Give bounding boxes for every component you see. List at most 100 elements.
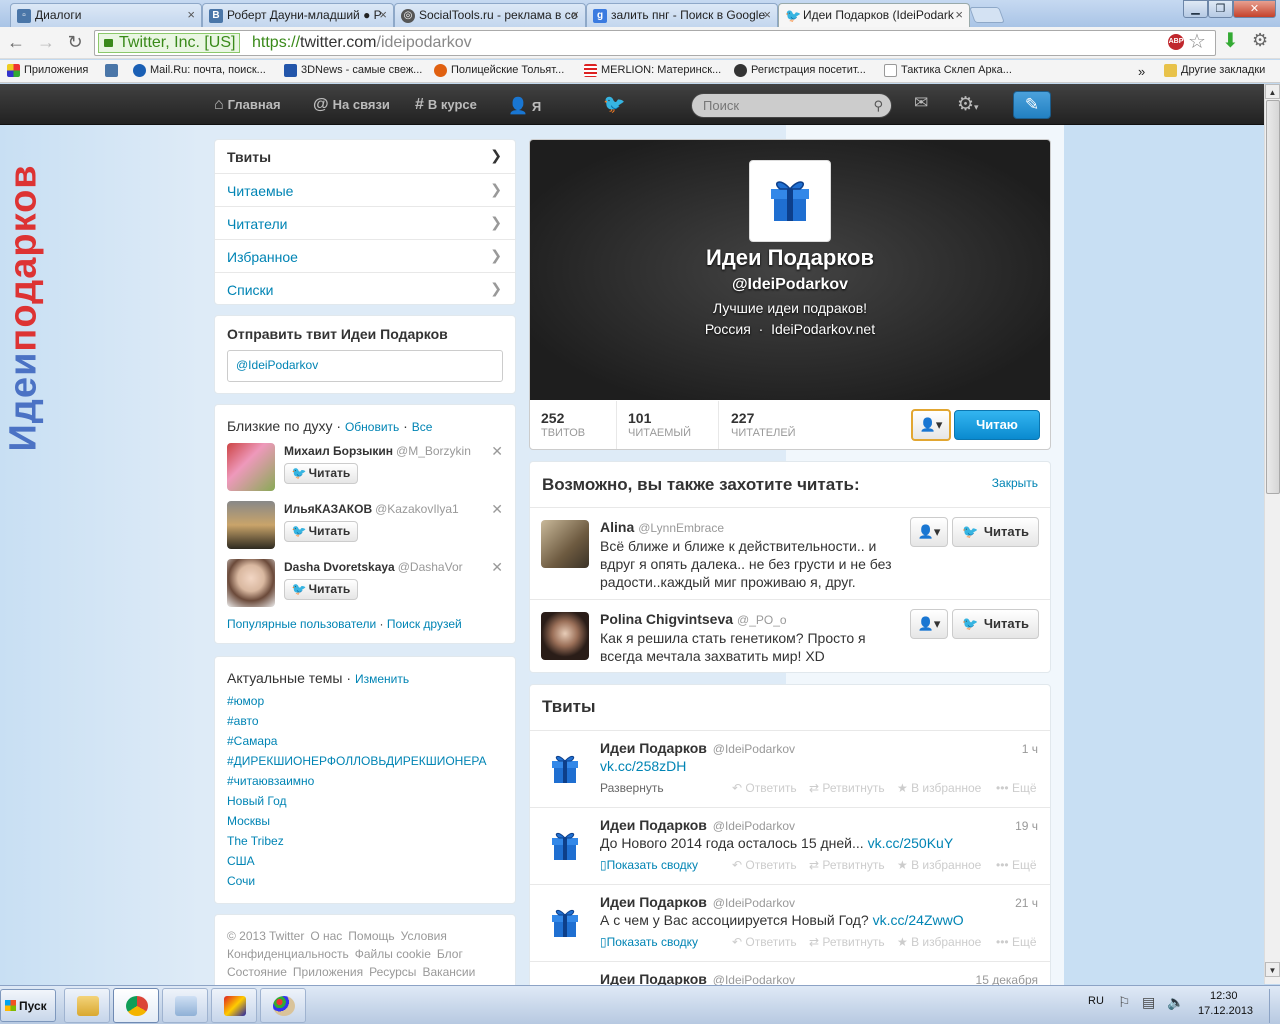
tweet-time[interactable]: 1 ч bbox=[1022, 742, 1038, 756]
browser-tab[interactable]: ▫ Диалоги × bbox=[10, 3, 202, 27]
volume-icon[interactable]: 🔈 bbox=[1167, 994, 1184, 1011]
window-close-button[interactable]: ✕ bbox=[1233, 0, 1276, 18]
footer-link[interactable]: Приложения bbox=[293, 965, 363, 979]
browser-tab[interactable]: g залить пнг - Поиск в Google × bbox=[586, 3, 778, 27]
tweet-author[interactable]: Идеи Подарков @IdeiPodarkov bbox=[600, 817, 795, 833]
follow-button[interactable]: 🐦 Читать bbox=[284, 463, 358, 484]
taskbar-calculator[interactable] bbox=[162, 988, 208, 1023]
dismiss-icon[interactable]: ✕ bbox=[491, 559, 503, 576]
bookmark-item[interactable]: Тактика Склеп Арка... bbox=[884, 64, 1012, 77]
favorite-action[interactable]: ★ В избранное bbox=[897, 935, 981, 949]
browser-tab[interactable]: ◎ SocialTools.ru - реклама в со × bbox=[394, 3, 586, 27]
download-icon[interactable]: ⬇ bbox=[1222, 28, 1239, 53]
nav-tweets[interactable]: Твиты ❯ bbox=[215, 140, 515, 173]
taskbar-explorer[interactable] bbox=[64, 988, 110, 1023]
bookmark-item[interactable]: Полицейские Тольят... bbox=[434, 64, 564, 77]
close-icon[interactable]: × bbox=[955, 7, 963, 22]
favorite-action[interactable]: ★ В избранное bbox=[897, 858, 981, 872]
other-bookmarks[interactable]: Другие закладки bbox=[1164, 64, 1265, 77]
tweet-link[interactable]: vk.cc/250KuY bbox=[868, 835, 954, 851]
tweet-link[interactable]: vk.cc/24ZwwO bbox=[873, 912, 964, 928]
footer-link[interactable]: Состояние bbox=[227, 965, 287, 979]
trend-item[interactable]: Новый Год bbox=[227, 794, 487, 814]
stat-tweets[interactable]: 252 ТВИТОВ bbox=[541, 410, 585, 449]
tweet[interactable]: Идеи Подарков @IdeiPodarkov 1 ч vk.cc/25… bbox=[530, 730, 1050, 807]
tweet-author[interactable]: Идеи Подарков @IdeiPodarkov bbox=[600, 894, 795, 910]
wtf-user-name[interactable]: ИльяКАЗАКОВ @KazakovIlya1 bbox=[284, 502, 459, 516]
address-bar[interactable]: Twitter, Inc. [US] https://twitter.com/i… bbox=[94, 30, 1216, 56]
taskbar-app[interactable] bbox=[211, 988, 257, 1023]
reply-action[interactable]: ↶ Ответить bbox=[732, 935, 797, 949]
footer-link[interactable]: Конфиденциальность bbox=[227, 947, 349, 961]
retweet-action[interactable]: ⇄ Ретвитнуть bbox=[809, 858, 885, 872]
compose-tweet-button[interactable]: ✎ bbox=[1013, 91, 1051, 119]
footer-link[interactable]: Помощь bbox=[348, 929, 394, 943]
search-icon[interactable]: ⚲ bbox=[873, 94, 883, 117]
send-tweet-input[interactable]: @IdeiPodarkov bbox=[227, 350, 503, 382]
footer-link[interactable]: Блог bbox=[437, 947, 463, 961]
settings-gear-icon[interactable]: ⚙▾ bbox=[957, 93, 979, 116]
scrollbar-thumb[interactable] bbox=[1266, 100, 1280, 494]
suggested-user-name[interactable]: Polina Chigvintseva @_PO_o bbox=[600, 611, 787, 627]
avatar[interactable] bbox=[227, 559, 275, 607]
minimize-button[interactable]: ▁ bbox=[1183, 0, 1208, 18]
ev-certificate-badge[interactable]: Twitter, Inc. [US] bbox=[98, 33, 241, 53]
nav-home[interactable]: ⌂ Главная bbox=[214, 96, 281, 114]
trend-item[interactable]: #юмор bbox=[227, 694, 487, 714]
footer-link[interactable]: Файлы cookie bbox=[355, 947, 431, 961]
more-action[interactable]: ••• Ещё bbox=[996, 858, 1037, 872]
gift-icon[interactable] bbox=[541, 745, 589, 793]
bookmark-star-icon[interactable]: ☆ bbox=[1188, 29, 1206, 54]
url-text[interactable]: https://twitter.com/ideipodarkov bbox=[252, 34, 472, 52]
nav-favorites[interactable]: Избранное ❯ bbox=[215, 239, 515, 272]
menu-wrench-icon[interactable]: ⚙ bbox=[1252, 30, 1268, 51]
tweet[interactable]: Идеи Подарков @IdeiPodarkov 19 ч До Ново… bbox=[530, 807, 1050, 884]
tweet-time[interactable]: 21 ч bbox=[1015, 896, 1038, 910]
expand-link[interactable]: Развернуть bbox=[600, 781, 664, 795]
close-icon[interactable]: × bbox=[379, 7, 387, 22]
follow-button[interactable]: 🐦 Читать bbox=[284, 521, 358, 542]
clock-date[interactable]: 17.12.2013 bbox=[1198, 1005, 1253, 1017]
browser-tab[interactable]: B Роберт Дауни-младший ● Р × bbox=[202, 3, 394, 27]
more-action[interactable]: ••• Ещё bbox=[996, 781, 1037, 795]
footer-link[interactable]: © 2013 Twitter bbox=[227, 929, 304, 943]
taskbar-chrome[interactable] bbox=[113, 988, 159, 1023]
user-actions-dropdown[interactable]: 👤▾ bbox=[910, 609, 948, 639]
trend-item[interactable]: Сочи bbox=[227, 874, 487, 894]
trend-item[interactable]: The Tribez bbox=[227, 834, 487, 854]
footer-link[interactable]: Ресурсы bbox=[369, 965, 416, 979]
twitter-bird-icon[interactable]: 🐦 bbox=[603, 94, 625, 115]
avatar[interactable] bbox=[541, 520, 589, 568]
reply-action[interactable]: ↶ Ответить bbox=[732, 858, 797, 872]
footer-link[interactable]: О нас bbox=[310, 929, 342, 943]
bookmark-item[interactable]: 3DNews - самые свеж... bbox=[284, 64, 422, 77]
forward-icon[interactable]: → bbox=[34, 32, 58, 53]
trend-item[interactable]: #авто bbox=[227, 714, 487, 734]
tweet[interactable]: Идеи Подарков @IdeiPodarkov 21 ч А с чем… bbox=[530, 884, 1050, 961]
trend-item[interactable]: #Самара bbox=[227, 734, 487, 754]
user-actions-dropdown[interactable]: 👤▾ bbox=[911, 409, 951, 441]
action-center-flag-icon[interactable]: ⚐ bbox=[1118, 994, 1131, 1011]
trend-item[interactable]: США bbox=[227, 854, 487, 874]
nav-followers[interactable]: Читатели ❯ bbox=[215, 206, 515, 239]
suggestions-close-link[interactable]: Закрыть bbox=[992, 476, 1038, 490]
bookmark-item[interactable]: Mail.Ru: почта, поиск... bbox=[133, 64, 266, 77]
avatar[interactable] bbox=[227, 501, 275, 549]
wtf-user-name[interactable]: Михаил Борзыкин @M_Borzykin bbox=[284, 444, 471, 458]
nav-lists[interactable]: Списки ❯ bbox=[215, 272, 515, 305]
follow-button[interactable]: 🐦 Читать bbox=[952, 517, 1039, 547]
avatar[interactable] bbox=[541, 612, 589, 660]
nav-following[interactable]: Читаемые ❯ bbox=[215, 173, 515, 206]
reply-action[interactable]: ↶ Ответить bbox=[732, 781, 797, 795]
tweet-link[interactable]: vk.cc/258zDH bbox=[600, 758, 686, 774]
trends-change-link[interactable]: Изменить bbox=[355, 672, 409, 686]
follow-button[interactable]: 🐦 Читать bbox=[952, 609, 1039, 639]
nav-me[interactable]: 👤 Я bbox=[508, 96, 541, 116]
tweet-time[interactable]: 19 ч bbox=[1015, 819, 1038, 833]
bookmarks-overflow[interactable]: » bbox=[1138, 64, 1145, 79]
popular-users-link[interactable]: Популярные пользователи bbox=[227, 617, 376, 631]
bookmark-item[interactable]: Приложения bbox=[7, 64, 88, 77]
page-scrollbar[interactable]: ▲ ▼ bbox=[1264, 84, 1280, 984]
clock-time[interactable]: 12:30 bbox=[1210, 990, 1238, 1002]
footer-link[interactable]: Вакансии bbox=[422, 965, 475, 979]
